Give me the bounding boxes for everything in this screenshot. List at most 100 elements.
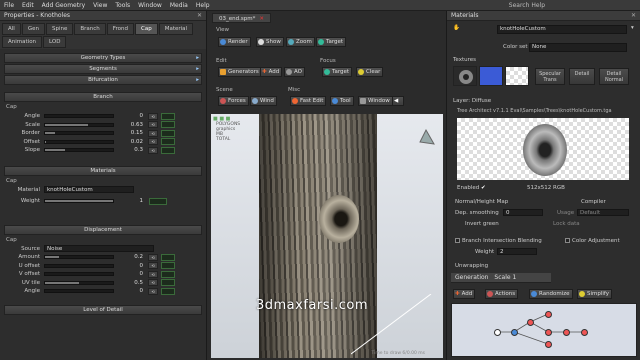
texture-slot-empty[interactable] <box>505 66 529 86</box>
target-button[interactable]: Target <box>316 37 347 47</box>
param-slider[interactable] <box>44 122 114 127</box>
generation-graph[interactable] <box>451 303 637 357</box>
tool-button[interactable]: Tool <box>330 96 354 106</box>
section-displacement[interactable]: Displacement <box>4 224 202 235</box>
param-slider[interactable] <box>44 272 114 277</box>
3d-viewport[interactable]: ■ ■ ■ POLYGONS graphics MB TOTAL 3dmaxfa… <box>211 114 443 358</box>
render-button[interactable]: Render <box>218 37 251 47</box>
forces-button[interactable]: Forces <box>218 96 249 106</box>
menu-add-geometry[interactable]: Add Geometry <box>38 2 89 9</box>
curve-box[interactable] <box>161 287 175 295</box>
usage-select[interactable]: Default <box>577 209 629 216</box>
tab-spine[interactable]: Spine <box>45 23 74 35</box>
graph-node[interactable] <box>581 329 588 336</box>
section-bifurcation[interactable]: Bifurcation ▸ <box>4 75 202 85</box>
tab-frond[interactable]: Frond <box>106 23 135 35</box>
texture-slot-detail[interactable]: Detail <box>569 68 595 85</box>
show-button[interactable]: Show <box>256 37 284 47</box>
graph-node[interactable] <box>494 329 501 336</box>
section-materials[interactable]: Materials <box>4 165 202 176</box>
graph-node[interactable] <box>563 329 570 336</box>
param-slider[interactable] <box>44 280 114 285</box>
param-value[interactable]: 0.02 <box>114 139 146 145</box>
close-icon[interactable]: ✕ <box>631 11 636 21</box>
param-slider[interactable] <box>44 114 114 119</box>
scale-value[interactable]: 1 <box>512 274 516 281</box>
dep-smoothing-field[interactable]: 0 <box>503 209 543 216</box>
color-adjust-checkbox[interactable]: Color Adjustment <box>565 238 620 244</box>
menu-edit[interactable]: Edit <box>18 2 38 9</box>
close-icon[interactable]: ✕ <box>197 11 202 21</box>
tab-animation[interactable]: Animation <box>2 36 43 48</box>
param-value[interactable]: 0.63 <box>114 122 146 128</box>
menu-tools[interactable]: Tools <box>111 2 134 9</box>
texture-slot-specular-trans[interactable]: Specular Trans <box>535 68 565 85</box>
weight-value[interactable]: 1 <box>114 198 146 204</box>
reset-button[interactable]: ⟲ <box>148 121 158 129</box>
add-button[interactable]: ✚ Add <box>260 67 283 77</box>
ao-button[interactable]: AO <box>284 67 305 77</box>
section-level-of-detail[interactable]: Level of Detail <box>4 304 202 315</box>
material-field[interactable]: knotHoleCustom <box>44 186 134 194</box>
light-direction-icon[interactable] <box>416 128 436 148</box>
back-arrow-button[interactable]: ◀ <box>392 96 404 106</box>
weight-field[interactable]: 2 <box>497 248 537 255</box>
tab-gen[interactable]: Gen <box>21 23 45 35</box>
gen-add-button[interactable]: ✚ Add <box>453 289 476 299</box>
graph-node[interactable] <box>545 311 552 318</box>
reset-button[interactable]: ⟲ <box>148 279 158 287</box>
curve-box[interactable] <box>161 112 175 120</box>
reset-button[interactable]: ⟲ <box>148 138 158 146</box>
param-value[interactable]: 0 <box>114 113 146 119</box>
tab-branch[interactable]: Branch <box>74 23 106 35</box>
param-value[interactable]: 0.3 <box>114 147 146 153</box>
gen-simplify-button[interactable]: Simplify <box>577 289 613 299</box>
focus-clear-button[interactable]: Clear <box>356 67 384 77</box>
param-value[interactable]: 0 <box>114 271 146 277</box>
graph-node[interactable] <box>511 329 518 336</box>
reset-button[interactable]: ⟲ <box>148 287 158 295</box>
param-value[interactable]: 0.5 <box>114 280 146 286</box>
generators-button[interactable]: Generators <box>218 67 262 77</box>
graph-node[interactable] <box>527 319 534 326</box>
param-slider[interactable] <box>44 289 114 294</box>
zoom-button[interactable]: Zoom <box>286 37 315 47</box>
gen-actions-button[interactable]: Actions <box>485 289 519 299</box>
branch-blending-checkbox[interactable]: Branch Intersection Blending <box>455 238 542 244</box>
dropdown-arrow-icon[interactable]: ▾ <box>631 25 634 31</box>
focus-target-button[interactable]: Target <box>322 67 353 77</box>
param-value[interactable]: 0.2 <box>114 254 146 260</box>
curve-box[interactable] <box>161 146 175 154</box>
weight-slider[interactable] <box>44 199 114 204</box>
menu-file[interactable]: File <box>0 2 18 9</box>
param-value[interactable]: 0 <box>114 288 146 294</box>
reset-button[interactable]: ⟲ <box>148 129 158 137</box>
tab-lod[interactable]: LOD <box>43 36 67 48</box>
curve-box[interactable] <box>161 138 175 146</box>
weight-curve-box[interactable] <box>149 197 167 205</box>
tab-all[interactable]: All <box>2 23 21 35</box>
param-slider[interactable] <box>44 263 114 268</box>
param-value[interactable]: 0.15 <box>114 130 146 136</box>
param-slider[interactable] <box>44 131 114 136</box>
window-button[interactable]: Window <box>358 96 393 106</box>
section-geometry-types[interactable]: Geometry Types ▸ <box>4 53 202 63</box>
menu-window[interactable]: Window <box>134 2 166 9</box>
search-help-label[interactable]: Search Help <box>509 2 545 9</box>
curve-box[interactable] <box>161 262 175 270</box>
param-slider[interactable] <box>44 255 114 260</box>
section-branch[interactable]: Branch <box>4 92 202 102</box>
menu-view[interactable]: View <box>89 2 111 9</box>
graph-node[interactable] <box>545 329 552 336</box>
menu-media[interactable]: Media <box>166 2 192 9</box>
fast-edit-button[interactable]: Fast Edit <box>290 96 327 106</box>
reset-button[interactable]: ⟲ <box>148 112 158 120</box>
reset-button[interactable]: ⟲ <box>148 262 158 270</box>
material-name-field[interactable]: knotHoleCustom <box>497 25 627 34</box>
close-tab-icon[interactable]: ✕ <box>259 16 264 22</box>
graph-node[interactable] <box>545 341 552 348</box>
reset-button[interactable]: ⟲ <box>148 146 158 154</box>
curve-box[interactable] <box>161 129 175 137</box>
curve-box[interactable] <box>161 121 175 129</box>
section-segments[interactable]: Segments ▸ <box>4 64 202 74</box>
